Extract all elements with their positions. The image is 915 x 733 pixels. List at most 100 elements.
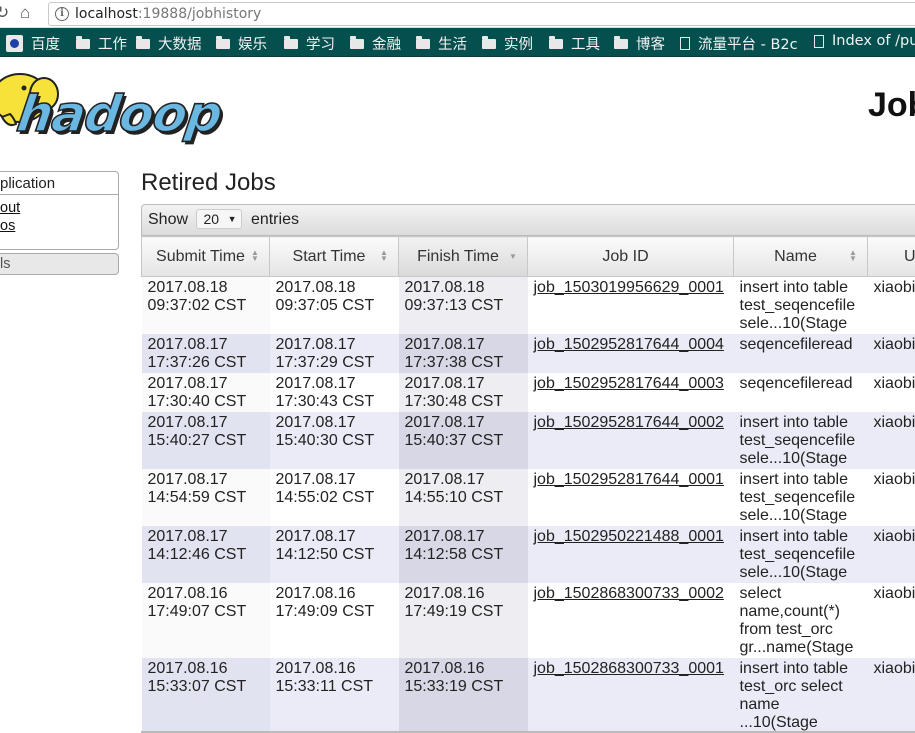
bookmark-item[interactable]: 流量平台 - B2c [680,33,798,54]
cell-line: 17:49:09 CST [275,603,375,620]
bookmark-label: 流量平台 - B2c [698,37,798,53]
table-row[interactable]: 2017.08.17 17:37:26 CST 2017.08.17 17:37:29… [141,334,915,373]
submit-time-cell: 2017.08.17 14:12:46 CST [141,526,270,583]
column-label: Name [774,247,817,265]
bookmark-item[interactable]: 百度 [6,33,60,54]
submit-time-cell: 2017.08.17 17:30:40 CST [141,373,270,412]
job-id-cell: job_1502950221488_0001 [527,526,734,583]
submit-time-cell: 2017.08.17 14:54:59 CST [141,469,270,526]
job-id-link[interactable]: job_1502868300733_0002 [534,585,724,602]
column-header-finish-time[interactable]: Finish Time ▼ [398,236,528,277]
browser-address-bar: ↻ ⌂ i localhost:19888/jobhistory [0,0,915,28]
job-name-cell: insert into table test_seqencefile sele...… [733,526,868,583]
table-row[interactable]: 2017.08.17 14:54:59 CST 2017.08.17 14:55:02… [141,469,915,526]
bookmark-item[interactable]: 工作 [76,33,127,54]
sidebar-application-heading[interactable]: plication [0,172,118,195]
cell-line: 2017.08.17 [275,528,356,545]
column-label: Job ID [602,247,649,265]
cell-line: 14:12:46 CST [147,546,247,563]
section-heading: Retired Jobs [141,169,276,196]
info-icon[interactable]: i [55,7,69,21]
cell-line: 2017.08.18 [147,279,228,296]
cell-line: test_seqencefile [739,489,856,506]
job-name-cell: select name,count(*) from test_orc gr...nam… [733,583,868,658]
table-row[interactable]: 2017.08.17 15:40:27 CST 2017.08.17 15:40:30… [141,412,915,469]
cell-line: 2017.08.17 [404,414,485,431]
job-name-cell: seqencefileread [733,373,868,412]
cell-line: test_seqencefile [739,432,856,449]
bookmark-item[interactable]: 娱乐 [216,33,267,54]
column-header-submit-time[interactable]: Submit Time ▲ ▼ [141,236,270,277]
reload-icon[interactable]: ↻ [0,3,9,23]
bookmark-item[interactable]: 博客 [614,33,665,54]
folder-icon [284,35,298,49]
job-name-cell: insert into table test_seqencefile sele...… [733,469,868,526]
cell-line: 2017.08.17 [147,414,228,431]
table-row[interactable]: 2017.08.16 15:33:07 CST 2017.08.16 15:33:11… [141,658,915,733]
job-id-link[interactable]: job_1502952817644_0001 [534,471,724,488]
bookmarks-bar: 百度 工作 大数据 娱乐 学习 金融 生活 实例 工具 博客 流量平台 - B2c Index of … [0,28,915,57]
cell-line: sele...10(Stage [739,450,848,467]
cell-line: 17:37:26 CST [147,354,247,371]
cell-line: 14:12:50 CST [275,546,375,563]
bookmark-label: 金融 [372,37,401,53]
bookmark-item[interactable]: 实例 [482,33,533,54]
bookmark-item[interactable]: 学习 [284,33,335,54]
job-id-link[interactable]: job_1503019956629_0001 [534,279,724,296]
job-id-cell: job_1502952817644_0004 [527,334,734,373]
cell-line: 2017.08.17 [275,336,356,353]
cell-line: insert into table [739,414,849,431]
cell-line: seqencefileread [739,375,853,392]
job-id-cell: job_1502868300733_0002 [527,583,734,658]
bookmark-item[interactable]: 工具 [549,33,600,54]
cell-line: 17:30:48 CST [404,393,504,410]
home-icon[interactable]: ⌂ [20,3,30,23]
start-time-cell: 2017.08.17 14:12:50 CST [269,526,399,583]
job-id-cell: job_1502868300733_0001 [527,658,734,733]
bookmark-item[interactable]: 大数据 [136,33,202,54]
cell-line: 17:37:29 CST [275,354,375,371]
sidebar-tools-panel[interactable]: ls [0,253,119,275]
bookmark-label: 博客 [636,37,665,53]
user-cell: xiaobi [867,583,915,658]
page-icon [680,37,690,50]
hadoop-logo[interactable]: hadoop hadoop [0,62,280,152]
job-name-cell: insert into table test_seqencefile sele...… [733,276,868,334]
job-id-link[interactable]: job_1502952817644_0003 [534,375,724,392]
job-id-link[interactable]: job_1502868300733_0001 [534,660,724,677]
cell-line: 2017.08.16 [147,660,228,677]
column-header-job-id[interactable]: Job ID [527,236,734,277]
table-row[interactable]: 2017.08.17 14:12:46 CST 2017.08.17 14:12:50… [141,526,915,583]
column-header-name[interactable]: Name ▲ ▼ [733,236,868,277]
sort-both-icon: ▲ ▼ [251,248,259,263]
sort-desc-icon: ▼ [509,252,517,261]
submit-time-cell: 2017.08.17 17:37:26 CST [141,334,270,373]
job-id-link[interactable]: job_1502952817644_0002 [534,414,724,431]
bookmark-label: 百度 [31,37,60,53]
bookmark-item[interactable]: Index of /pu [814,33,915,49]
finish-time-cell: 2017.08.17 14:55:10 CST [398,469,528,526]
cell-line: 14:55:10 CST [404,489,504,506]
table-row[interactable]: 2017.08.17 17:30:40 CST 2017.08.17 17:30:43… [141,373,915,412]
column-header-start-time[interactable]: Start Time ▲ ▼ [269,236,399,277]
sidebar-link-about[interactable]: out [0,199,118,217]
column-header-user[interactable]: U [867,236,915,277]
bookmark-item[interactable]: 生活 [416,33,467,54]
column-label: Finish Time [417,247,499,265]
url-text[interactable]: localhost:19888/jobhistory [75,6,261,22]
sort-both-icon: ▲ ▼ [380,248,388,263]
bookmark-item[interactable]: 金融 [350,33,401,54]
entries-select[interactable]: 20 ▼ [196,208,243,229]
start-time-cell: 2017.08.18 09:37:05 CST [269,276,399,334]
job-id-link[interactable]: job_1502950221488_0001 [534,528,724,545]
job-id-cell: job_1502952817644_0002 [527,412,734,469]
cell-line: 17:30:43 CST [275,393,375,410]
job-id-link[interactable]: job_1502952817644_0004 [534,336,724,353]
cell-line: 15:40:37 CST [404,432,504,449]
folder-icon [482,35,496,49]
user-cell: xiaobi [867,412,915,469]
sidebar-link-jobs[interactable]: os [0,217,118,235]
table-row[interactable]: 2017.08.18 09:37:02 CST 2017.08.18 09:37:05… [141,276,915,334]
table-row[interactable]: 2017.08.16 17:49:07 CST 2017.08.16 17:49:09… [141,583,915,658]
url-field[interactable]: i localhost:19888/jobhistory [48,2,915,26]
